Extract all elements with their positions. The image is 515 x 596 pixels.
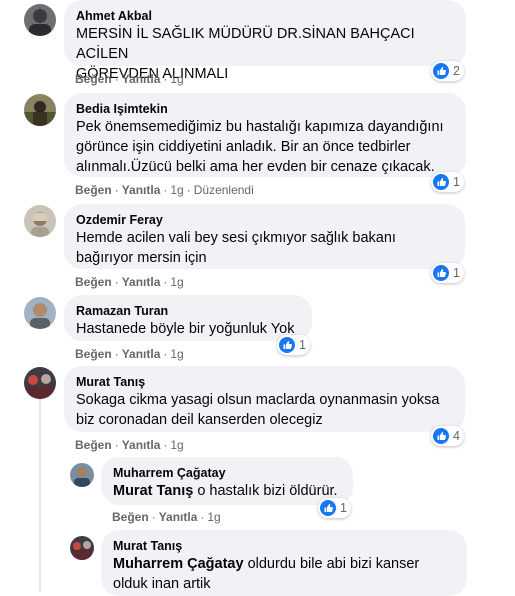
comment-bubble: Ramazan Turan Hastanede böyle bir yoğunl… <box>64 295 312 341</box>
comment-actions: Beğen · Yanıtla · 1g <box>75 438 184 452</box>
reply-button[interactable]: Yanıtla <box>122 438 161 452</box>
comment-time[interactable]: 1g <box>170 72 183 86</box>
like-button[interactable]: Beğen <box>75 183 112 197</box>
comment-bubble: Murat Tanış Sokaga cikma yasagi olsun ma… <box>64 366 465 432</box>
avatar[interactable] <box>70 536 94 560</box>
reaction-count[interactable]: 1 <box>431 263 464 283</box>
comment-author[interactable]: Ahmet Akbal <box>76 8 454 24</box>
user-photo-icon <box>24 297 56 329</box>
user-photo-icon <box>24 94 56 126</box>
reply-bubble: Muharrem Çağatay Murat Tanış o hastalık … <box>101 457 353 505</box>
reply-button[interactable]: Yanıtla <box>122 183 161 197</box>
comment-author[interactable]: Ozdemir Feray <box>76 212 453 228</box>
reply-author[interactable]: Muharrem Çağatay <box>113 465 341 481</box>
comment-time[interactable]: 1g <box>170 438 183 452</box>
avatar[interactable] <box>70 463 94 487</box>
comment-text-line: alınmalı.Üzücü belki ama her evden bir c… <box>76 159 435 175</box>
comment-time[interactable]: 1g <box>170 183 183 197</box>
reaction-count[interactable]: 1 <box>431 172 464 192</box>
avatar[interactable] <box>24 297 56 329</box>
comment-text-line: Hemde acilen vali bey sesi çıkmıyor sağl… <box>76 230 396 246</box>
reply-time[interactable]: 1g <box>207 510 220 524</box>
comment-text-line: bağırıyor mersin için <box>76 250 207 266</box>
like-reaction-icon <box>433 174 449 190</box>
comment-actions: Beğen · Yanıtla · 1g <box>75 72 184 86</box>
reply-text-line: olduk inan artik <box>113 576 211 592</box>
comment-author[interactable]: Ramazan Turan <box>76 303 300 319</box>
avatar[interactable] <box>24 367 56 399</box>
like-button[interactable]: Beğen <box>75 438 112 452</box>
like-reaction-icon <box>433 265 449 281</box>
comment-text-line: Pek önemsemediğimiz bu hastalığı kapımız… <box>76 119 444 135</box>
user-photo-icon <box>24 205 56 237</box>
reply-button[interactable]: Yanıtla <box>122 275 161 289</box>
reaction-count[interactable]: 4 <box>431 426 464 446</box>
comment-text-line: görünce işin ciddiyetini anladık. Bir an… <box>76 139 411 155</box>
avatar[interactable] <box>24 4 56 36</box>
reply-actions: Beğen · Yanıtla · 1g <box>112 510 221 524</box>
comment-bubble: Ahmet Akbal MERSİN İL SAĞLIK MÜDÜRÜ DR.S… <box>64 0 466 82</box>
reaction-count[interactable]: 1 <box>277 335 310 355</box>
like-button[interactable]: Beğen <box>75 275 112 289</box>
like-reaction-icon <box>433 428 449 444</box>
reply-bubble: Murat Tanış Muharrem Çağatay oldurdu bil… <box>101 530 467 596</box>
mention-link[interactable]: Muharrem Çağatay <box>113 556 244 572</box>
comment-actions: Beğen · Yanıtla · 1g <box>75 275 184 289</box>
user-photo-icon <box>70 463 94 487</box>
comment-bubble: Ozdemir Feray Hemde acilen vali bey sesi… <box>64 204 465 269</box>
like-reaction-icon <box>433 63 449 79</box>
comment-text-line: MERSİN İL SAĞLIK MÜDÜRÜ DR.SİNAN BAHÇACI… <box>76 26 415 62</box>
reply-text: Murat Tanış o hastalık bizi öldürür. <box>113 483 338 499</box>
like-button[interactable]: Beğen <box>75 347 112 361</box>
reply-button[interactable]: Yanıtla <box>159 510 198 524</box>
comment-time[interactable]: 1g <box>170 347 183 361</box>
comment-time[interactable]: 1g <box>170 275 183 289</box>
like-button[interactable]: Beğen <box>75 72 112 86</box>
comment-bubble: Bedia Işimtekin Pek önemsemediğimiz bu h… <box>64 93 466 177</box>
comment-text-line: Hastanede böyle bir yoğunluk Yok <box>76 321 295 337</box>
edited-label[interactable]: Düzenlendi <box>194 183 254 197</box>
comment-text-line: Sokaga cikma yasagi olsun maclarda oynan… <box>76 392 440 408</box>
comment-author[interactable]: Murat Tanış <box>76 374 453 390</box>
user-photo-icon <box>70 536 94 560</box>
mention-link[interactable]: Murat Tanış <box>113 483 193 499</box>
reply-button[interactable]: Yanıtla <box>122 347 161 361</box>
user-photo-icon <box>24 367 56 399</box>
reply-thread-line <box>39 396 41 592</box>
comment-actions: Beğen · Yanıtla · 1g <box>75 347 184 361</box>
comment-author[interactable]: Bedia Işimtekin <box>76 101 454 117</box>
reaction-count[interactable]: 2 <box>431 61 464 81</box>
like-reaction-icon <box>279 337 295 353</box>
avatar[interactable] <box>24 94 56 126</box>
like-button[interactable]: Beğen <box>112 510 149 524</box>
like-reaction-icon <box>320 500 336 516</box>
avatar[interactable] <box>24 205 56 237</box>
comment-actions: Beğen · Yanıtla · 1g · Düzenlendi <box>75 183 254 197</box>
reaction-count[interactable]: 1 <box>318 498 351 518</box>
reply-text: Muharrem Çağatay oldurdu bile abi bizi k… <box>113 556 420 572</box>
reply-author[interactable]: Murat Tanış <box>113 538 455 554</box>
reply-button[interactable]: Yanıtla <box>122 72 161 86</box>
comment-text-line: biz coronadan deil kanserden olecegiz <box>76 412 323 428</box>
user-photo-icon <box>24 4 56 36</box>
